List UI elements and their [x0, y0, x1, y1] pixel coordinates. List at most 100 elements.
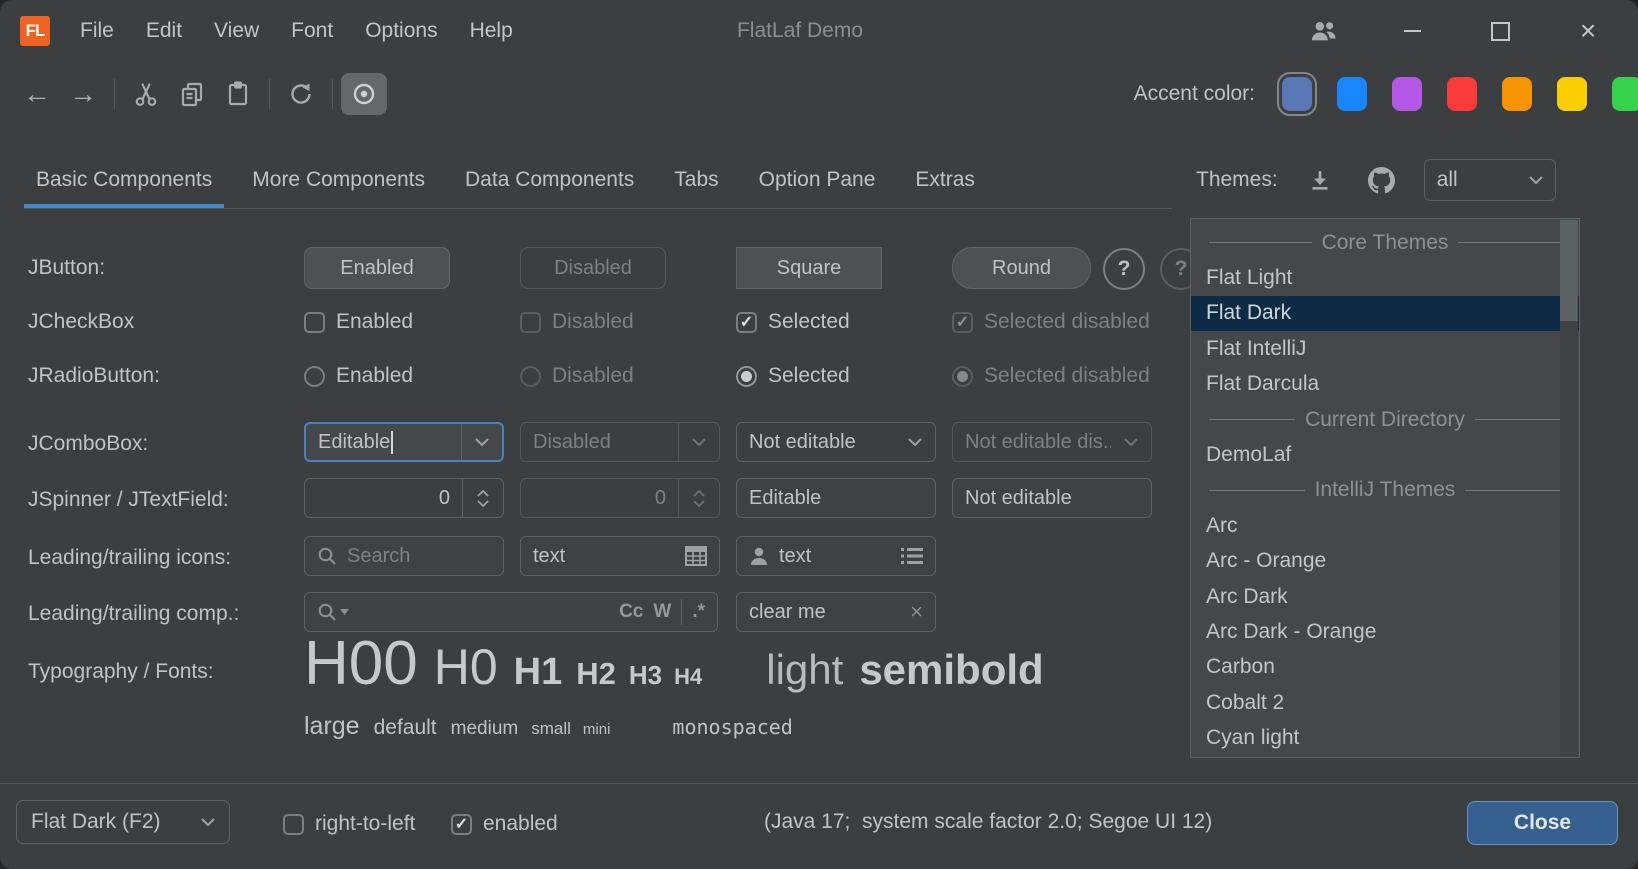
tab-tabs[interactable]: Tabs — [662, 152, 730, 208]
back-button[interactable]: ← — [14, 73, 60, 115]
cut-button[interactable] — [123, 73, 169, 115]
textfield-editable[interactable]: Editable — [736, 478, 936, 518]
theme-item-flat-darcula[interactable]: Flat Darcula — [1191, 367, 1579, 402]
tab-extras[interactable]: Extras — [903, 152, 987, 208]
icons-row-label: Leading/trailing icons: — [28, 546, 231, 570]
theme-item-arc-dark-orange[interactable]: Arc Dark - Orange — [1191, 614, 1579, 649]
radio-circle-selected[interactable] — [736, 366, 757, 387]
theme-item-dark-flat[interactable]: Dark Flat — [1191, 756, 1579, 758]
maximize-icon — [1491, 22, 1510, 41]
enabled-checkbox[interactable]: ✓ enabled — [451, 812, 558, 836]
accent-swatch-orange[interactable] — [1502, 77, 1532, 111]
close-button[interactable]: Close — [1467, 801, 1618, 845]
accent-swatch-blue[interactable] — [1337, 77, 1367, 111]
round-button[interactable]: Round — [952, 247, 1091, 289]
menu-edit[interactable]: Edit — [130, 19, 198, 43]
theme-item-arc-dark[interactable]: Arc Dark — [1191, 579, 1579, 614]
tab-divider — [24, 208, 1172, 209]
help-button[interactable]: ? — [1103, 248, 1145, 290]
checkbox-box — [520, 312, 541, 333]
menu-help[interactable]: Help — [454, 19, 529, 43]
accent-swatch-purple[interactable] — [1392, 77, 1422, 111]
list-icon[interactable] — [901, 547, 923, 565]
menu-font[interactable]: Font — [275, 19, 349, 43]
radio-label: Enabled — [336, 364, 413, 388]
github-button[interactable] — [1362, 160, 1402, 200]
forward-button[interactable]: → — [60, 73, 106, 115]
show-hidden-toggle[interactable] — [341, 73, 387, 115]
combo-arrow-button[interactable] — [895, 423, 935, 461]
checkbox-box-checked[interactable]: ✓ — [736, 312, 757, 333]
tab-basic-components[interactable]: Basic Components — [24, 152, 224, 208]
spinner-enabled[interactable]: 0 — [304, 478, 504, 518]
right-to-left-checkbox[interactable]: right-to-left — [283, 812, 415, 836]
themes-list[interactable]: Core Themes Flat Light Flat Dark Flat In… — [1190, 218, 1580, 758]
checkbox-selected[interactable]: ✓ Selected — [736, 310, 850, 334]
menu-view[interactable]: View — [198, 19, 275, 43]
spinner-value[interactable]: 0 — [305, 487, 462, 510]
maximize-button[interactable] — [1486, 17, 1514, 45]
themes-scrollbar[interactable] — [1560, 220, 1578, 758]
combobox-editable[interactable]: Editable — [304, 422, 504, 462]
download-themes-button[interactable] — [1300, 160, 1340, 200]
checkbox-label: Disabled — [552, 310, 634, 334]
radio-enabled[interactable]: Enabled — [304, 364, 413, 388]
search-field[interactable]: Search — [304, 536, 504, 576]
menu-options[interactable]: Options — [349, 19, 453, 43]
theme-item-flat-dark[interactable]: Flat Dark — [1191, 296, 1579, 331]
theme-filter-combobox[interactable]: all — [1424, 159, 1556, 201]
checkbox-box[interactable] — [283, 814, 304, 835]
laf-selector-combobox[interactable]: Flat Dark (F2) — [16, 800, 230, 844]
refresh-button[interactable] — [278, 73, 324, 115]
tab-data-components[interactable]: Data Components — [453, 152, 646, 208]
regex-toggle[interactable]: .* — [692, 601, 705, 623]
titlebar: FL File Edit View Font Options Help Flat… — [0, 0, 1638, 62]
text-field-table-icon[interactable]: text — [520, 536, 720, 576]
themes-scrollbar-thumb[interactable] — [1560, 220, 1578, 321]
checkbox-box-checked[interactable]: ✓ — [451, 814, 472, 835]
paste-button[interactable] — [215, 73, 261, 115]
clear-button[interactable]: × — [910, 599, 923, 625]
whole-word-toggle[interactable]: W — [653, 601, 671, 623]
monospaced-sample: monospaced — [672, 715, 792, 739]
copy-button[interactable] — [169, 73, 215, 115]
spinner-buttons[interactable] — [462, 479, 503, 517]
accent-swatch-yellow[interactable] — [1557, 77, 1587, 111]
search-placeholder: Search — [347, 545, 491, 568]
theme-item-demolaf[interactable]: DemoLaf — [1191, 437, 1579, 472]
match-case-toggle[interactable]: Cc — [619, 601, 643, 623]
tab-more-components[interactable]: More Components — [240, 152, 437, 208]
theme-item-flat-intellij[interactable]: Flat IntelliJ — [1191, 331, 1579, 366]
radio-selected[interactable]: Selected — [736, 364, 850, 388]
combobox-not-editable[interactable]: Not editable — [736, 422, 936, 462]
theme-item-cyan-light[interactable]: Cyan light — [1191, 720, 1579, 755]
theme-item-arc-orange[interactable]: Arc - Orange — [1191, 544, 1579, 579]
menu-file[interactable]: File — [64, 19, 130, 43]
theme-filter-value: all — [1437, 168, 1458, 192]
combo-arrow-button[interactable] — [462, 424, 502, 460]
tab-option-pane[interactable]: Option Pane — [747, 152, 888, 208]
minimize-button[interactable] — [1398, 17, 1426, 45]
table-icon[interactable] — [685, 546, 707, 566]
toolbar: ← → — [0, 62, 1638, 126]
close-window-button[interactable]: × — [1574, 17, 1602, 45]
checkbox-box[interactable] — [304, 312, 325, 333]
users-icon[interactable] — [1310, 17, 1338, 45]
dropdown-arrow-icon — [340, 609, 349, 615]
status-info: (Java 17; system scale factor 2.0; Segoe… — [764, 810, 1212, 834]
search-comp-field[interactable]: Cc W .* — [304, 592, 718, 632]
theme-item-carbon[interactable]: Carbon — [1191, 650, 1579, 685]
square-button[interactable]: Square — [736, 247, 882, 289]
text-field-person-list[interactable]: text — [736, 536, 936, 576]
accent-swatch-green[interactable] — [1612, 77, 1638, 111]
clearable-field[interactable]: clear me × — [736, 592, 936, 632]
checkbox-enabled[interactable]: Enabled — [304, 310, 413, 334]
search-with-menu-button[interactable] — [317, 602, 349, 622]
enabled-button[interactable]: Enabled — [304, 247, 450, 289]
accent-swatch-red[interactable] — [1447, 77, 1477, 111]
theme-item-cobalt-2[interactable]: Cobalt 2 — [1191, 685, 1579, 720]
accent-swatch-default[interactable] — [1282, 77, 1312, 111]
radio-circle[interactable] — [304, 366, 325, 387]
theme-item-flat-light[interactable]: Flat Light — [1191, 260, 1579, 295]
theme-item-arc[interactable]: Arc — [1191, 508, 1579, 543]
